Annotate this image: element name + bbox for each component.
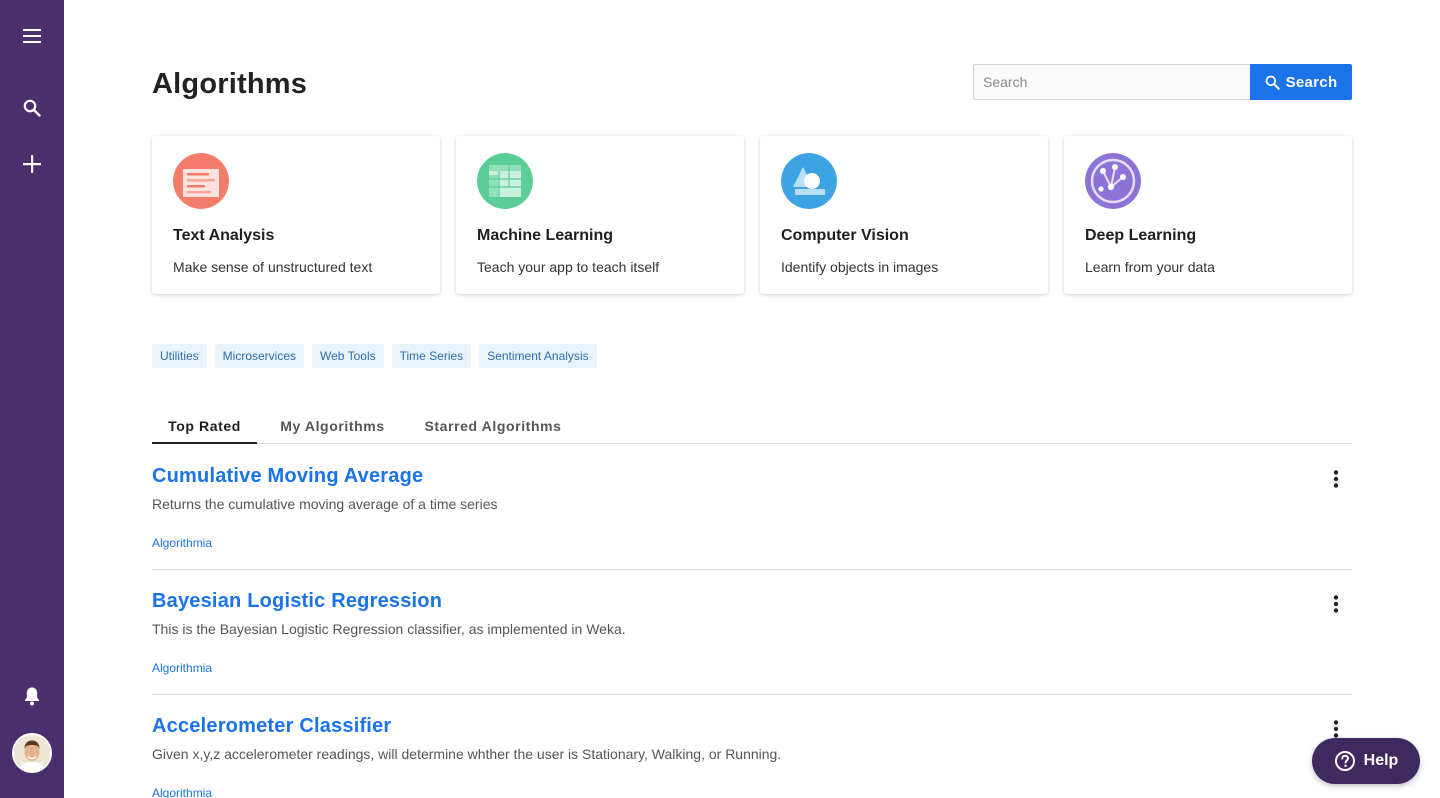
algorithm-title[interactable]: Accelerometer Classifier xyxy=(152,715,391,738)
list-item: Cumulative Moving Average Returns the cu… xyxy=(152,445,1352,570)
algorithm-owner-link[interactable]: Algorithmia xyxy=(152,661,212,675)
search-icon xyxy=(1265,75,1280,90)
help-icon xyxy=(1334,751,1355,771)
machine-learning-icon xyxy=(477,153,533,209)
more-options-icon[interactable] xyxy=(1324,467,1348,491)
category-title: Computer Vision xyxy=(781,227,909,244)
algorithm-description: Returns the cumulative moving average of… xyxy=(152,496,498,512)
help-label: Help xyxy=(1363,752,1399,769)
tab-my-algorithms[interactable]: My Algorithms xyxy=(275,408,390,444)
algorithm-description: Given x,y,z accelerometer readings, will… xyxy=(152,746,782,762)
category-description: Learn from your data xyxy=(1085,259,1215,275)
tab-starred-algorithms[interactable]: Starred Algorithms xyxy=(420,408,566,444)
algorithm-owner-link[interactable]: Algorithmia xyxy=(152,536,212,550)
category-description: Identify objects in images xyxy=(781,259,939,275)
tag-list: Utilities Microservices Web Tools Time S… xyxy=(152,344,597,368)
category-title: Machine Learning xyxy=(477,227,614,244)
list-item: Bayesian Logistic Regression This is the… xyxy=(152,570,1352,695)
category-card-machine-learning[interactable]: Machine Learning Teach your app to teach… xyxy=(456,136,744,294)
tab-bar: Top Rated My Algorithms Starred Algorith… xyxy=(152,408,1352,444)
tag-time-series[interactable]: Time Series xyxy=(391,344,472,368)
category-description: Teach your app to teach itself xyxy=(477,259,660,275)
search-icon[interactable] xyxy=(16,92,48,124)
avatar[interactable] xyxy=(12,733,52,773)
algorithm-title[interactable]: Cumulative Moving Average xyxy=(152,465,423,488)
category-card-computer-vision[interactable]: Computer Vision Identify objects in imag… xyxy=(760,136,1048,294)
algorithm-title[interactable]: Bayesian Logistic Regression xyxy=(152,590,442,613)
tag-utilities[interactable]: Utilities xyxy=(152,344,207,368)
bell-icon[interactable] xyxy=(16,680,48,712)
hamburger-menu-icon[interactable] xyxy=(16,20,48,52)
plus-icon[interactable] xyxy=(16,148,48,180)
search-button-label: Search xyxy=(1285,73,1338,91)
tag-web-tools[interactable]: Web Tools xyxy=(312,344,384,368)
tag-sentiment-analysis[interactable]: Sentiment Analysis xyxy=(479,344,597,368)
category-card-text-analysis[interactable]: Text Analysis Make sense of unstructured… xyxy=(152,136,440,294)
tag-microservices[interactable]: Microservices xyxy=(214,344,305,368)
algorithm-owner-link[interactable]: Algorithmia xyxy=(152,786,212,798)
sidebar xyxy=(0,0,64,798)
category-card-deep-learning[interactable]: Deep Learning Learn from your data xyxy=(1064,136,1352,294)
algorithm-description: This is the Bayesian Logistic Regression… xyxy=(152,621,626,637)
search-button[interactable]: Search xyxy=(1250,64,1352,100)
list-item: Accelerometer Classifier Given x,y,z acc… xyxy=(152,695,1352,798)
help-button[interactable]: Help xyxy=(1312,738,1420,784)
computer-vision-icon xyxy=(781,153,837,209)
tab-top-rated[interactable]: Top Rated xyxy=(152,408,257,444)
deep-learning-icon xyxy=(1085,153,1141,209)
search-input[interactable] xyxy=(973,64,1251,100)
category-description: Make sense of unstructured text xyxy=(173,259,373,275)
page-title: Algorithms xyxy=(152,68,308,100)
text-analysis-icon xyxy=(173,153,229,209)
category-title: Text Analysis xyxy=(173,227,275,244)
category-title: Deep Learning xyxy=(1085,227,1197,244)
more-options-icon[interactable] xyxy=(1324,592,1348,616)
